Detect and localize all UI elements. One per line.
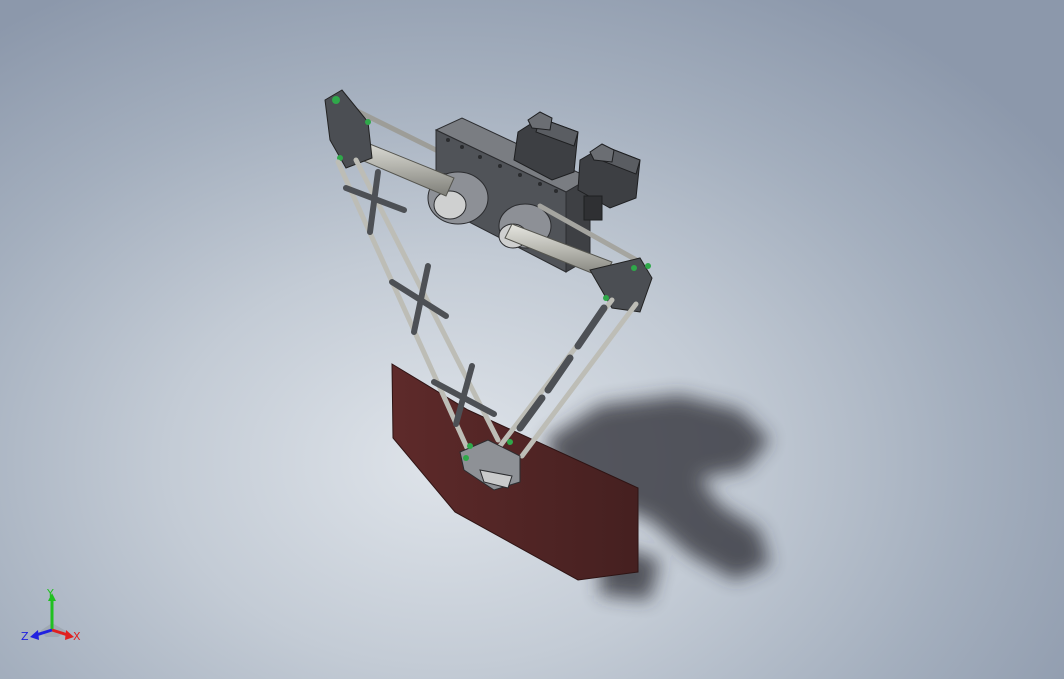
z-axis-label: Z — [21, 630, 29, 643]
upper-arm-joint-left[interactable] — [324, 89, 373, 169]
servo-motor-2[interactable] — [577, 143, 641, 221]
x-axis-label: X — [73, 630, 81, 643]
graphics-viewport[interactable]: X Y Z — [0, 0, 1064, 679]
y-axis-label: Y — [47, 587, 54, 600]
axis-triad: X Y Z — [18, 585, 88, 650]
right-arm-links[interactable] — [516, 304, 608, 432]
model-scene[interactable] — [0, 0, 1064, 679]
z-axis-arrowhead-icon — [30, 630, 39, 640]
